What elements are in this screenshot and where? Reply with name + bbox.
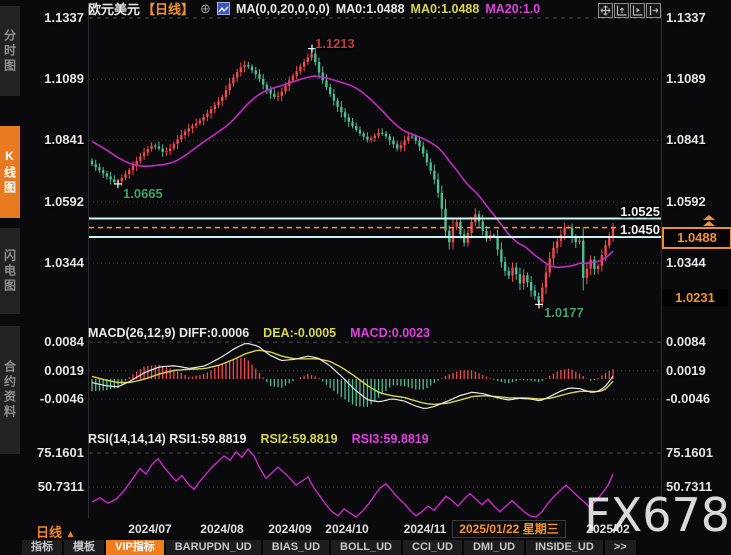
symbol-name: 欧元美元: [88, 0, 140, 18]
toolbar-item-vip[interactable]: VIP指标: [106, 540, 166, 555]
rsi-tick-left: 75.1601: [30, 445, 84, 460]
macd-macd-value: MACD:0.0023: [350, 326, 430, 340]
toolbar-item-cci_ud[interactable]: CCI_UD: [403, 540, 464, 555]
price-tick-right: 1.0841: [666, 132, 730, 147]
price-tick-right: 1.1337: [666, 10, 730, 25]
left-sidebar: 分时图 K线图闪电图合约资料: [0, 0, 20, 555]
ma0-value-white: MA0:1.0488: [336, 2, 405, 16]
toolbar-item-[interactable]: 指标: [22, 540, 64, 555]
macd-tick-left: 0.0084: [30, 334, 84, 349]
sidebar-tab-2[interactable]: K线图: [0, 126, 20, 218]
period-tag: 【日线】: [142, 0, 194, 18]
rsi-tick-right: 75.1601: [666, 445, 730, 460]
swing-low-mid-annotation: 1.0665: [123, 186, 163, 201]
fit-vertical-button[interactable]: [614, 3, 629, 18]
toolbar-item-inside_ud[interactable]: INSIDE_UD: [526, 540, 605, 555]
toolbar-item-bias_ud[interactable]: BIAS_UD: [263, 540, 331, 555]
period-label: 日线: [36, 525, 62, 540]
highlighted-date-box: 2025/01/22 星期三: [452, 520, 566, 538]
date-label: 2024/11: [404, 522, 447, 536]
price-tick-left: 1.0592: [30, 194, 84, 209]
rsi-tick-left: 50.7311: [30, 479, 84, 494]
support-level-label: 1.0450: [540, 222, 660, 237]
scroll-latest-button[interactable]: [630, 3, 645, 18]
pan-tool-button[interactable]: [598, 3, 613, 18]
chart-header: 欧元美元【日线】 ⊕ MA(0,0,20,0,0,0) MA0:1.0488 M…: [88, 1, 540, 16]
shift-right-button[interactable]: [646, 3, 661, 18]
price-tick-right: 1.0344: [666, 255, 730, 270]
toolbar-item-barupdn_ud[interactable]: BARUPDN_UD: [166, 540, 263, 555]
resistance-level-label: 1.0525: [540, 204, 660, 219]
latest-price-marker-icon[interactable]: [703, 215, 715, 220]
toolbar-item-[interactable]: 模板: [64, 540, 106, 555]
price-tick-right: 1.0592: [666, 194, 730, 209]
ma20-value: MA20:1.0: [485, 2, 540, 16]
macd-tick-left: -0.0046: [30, 391, 84, 406]
date-label: 2025/02: [586, 522, 629, 536]
rsi2-value: RSI2:59.8819: [260, 432, 337, 446]
date-label: 2024/09: [268, 522, 311, 536]
chart-type-icon[interactable]: [217, 2, 230, 15]
rsi-tick-right: 50.7311: [666, 479, 730, 494]
period-arrow-icon: ▲: [66, 529, 76, 540]
low-axis-label: 1.0231: [662, 289, 728, 306]
sidebar-tab-4[interactable]: 合约资料: [0, 326, 20, 454]
current-price-box: 1.0488: [662, 227, 731, 249]
price-tick-left: 1.1337: [30, 10, 84, 25]
macd-tick-right: 0.0084: [666, 334, 730, 349]
price-tick-right: 1.1089: [666, 71, 730, 86]
ma-settings-label: MA(0,0,20,0,0,0): [236, 2, 330, 16]
macd-tick-right: 0.0019: [666, 363, 730, 378]
rsi-title: RSI(14,14,14) RSI1:59.8819: [88, 432, 246, 446]
sidebar-tab-3[interactable]: 闪电图: [0, 228, 20, 314]
price-tick-left: 1.0344: [30, 255, 84, 270]
toolbar-item-[interactable]: >>: [605, 540, 638, 555]
date-label: 2024/07: [128, 522, 171, 536]
rsi-header: RSI(14,14,14) RSI1:59.8819 RSI2:59.8819 …: [88, 432, 429, 446]
price-tick-left: 1.0841: [30, 132, 84, 147]
macd-title: MACD(26,12,9) DIFF:0.0006: [88, 326, 249, 340]
swing-high-annotation: 1.1213: [315, 36, 355, 51]
period-selector[interactable]: 日线 ▲: [36, 522, 76, 541]
sidebar-tab-1[interactable]: 分时图: [0, 6, 20, 96]
macd-dea-value: DEA:-0.0005: [263, 326, 336, 340]
chart-canvas[interactable]: [0, 0, 731, 555]
latest-price-marker-icon[interactable]: [703, 221, 715, 226]
bottom-toolbar: 指标模板VIP指标BARUPDN_UDBIAS_UDBOLL_UDCCI_UDD…: [22, 540, 638, 555]
macd-tick-left: 0.0019: [30, 363, 84, 378]
toolbar-item-dmi_ud[interactable]: DMI_UD: [464, 540, 526, 555]
price-tick-left: 1.1089: [30, 71, 84, 86]
rsi3-value: RSI3:59.8819: [352, 432, 429, 446]
macd-tick-right: -0.0046: [666, 391, 730, 406]
trading-app-window: 分时图 K线图闪电图合约资料 欧元美元【日线】 ⊕ MA(0,0,20,0,0,0…: [0, 0, 731, 555]
macd-header: MACD(26,12,9) DIFF:0.0006 DEA:-0.0005 MA…: [88, 326, 430, 340]
date-label: 2024/10: [325, 522, 368, 536]
date-label: 2024/08: [200, 522, 243, 536]
ma0-value-yellow: MA0:1.0488: [411, 2, 480, 16]
toolbar-item-boll_ud[interactable]: BOLL_UD: [331, 540, 403, 555]
add-indicator-icon[interactable]: ⊕: [200, 2, 211, 15]
swing-low-recent-annotation: 1.0177: [544, 305, 584, 320]
